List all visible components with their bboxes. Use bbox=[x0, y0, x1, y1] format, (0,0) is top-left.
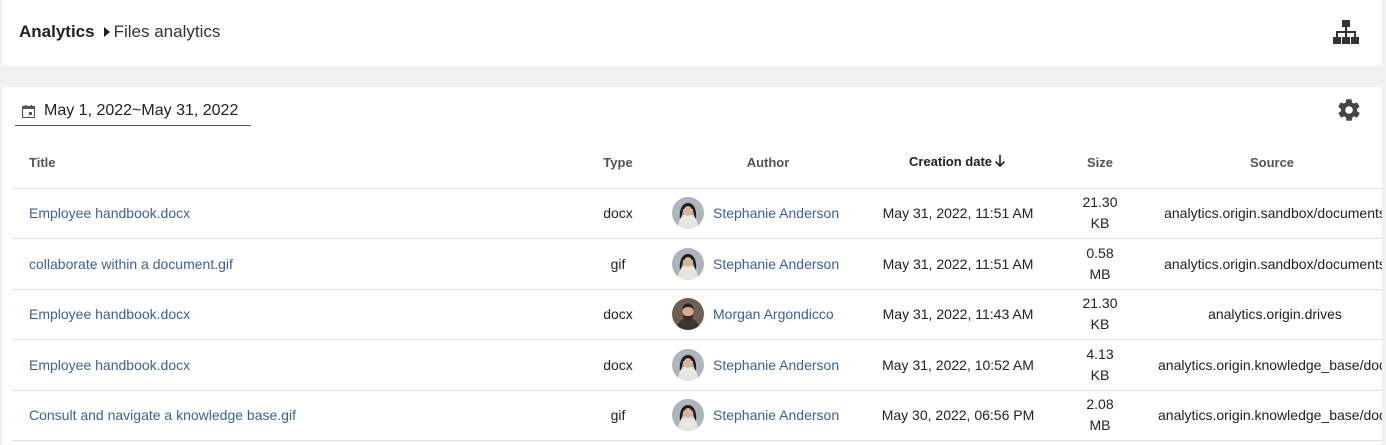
table-row: Consult and navigate a knowledge base.gi… bbox=[12, 390, 1382, 441]
size-unit: MB bbox=[1089, 265, 1111, 282]
author-link[interactable]: Stephanie Anderson bbox=[713, 205, 839, 221]
file-title-cell: Employee handbook.docx bbox=[12, 339, 568, 391]
file-type-cell: docx bbox=[568, 188, 668, 239]
file-title-cell: Employee handbook.docx bbox=[12, 188, 568, 239]
author-cell: Stephanie Anderson bbox=[668, 339, 868, 391]
date-range-picker[interactable]: May 1, 2022~May 31, 2022 bbox=[15, 99, 251, 126]
size-value: 21.30 bbox=[1082, 194, 1118, 211]
size-value: 4.13 bbox=[1086, 345, 1114, 362]
file-type-cell: docx bbox=[568, 339, 668, 391]
avatar bbox=[672, 399, 704, 432]
size-value: 0.58 bbox=[1086, 244, 1114, 261]
source-cell: analytics.origin.sandbox/documents bbox=[1152, 188, 1382, 239]
author-link[interactable]: Morgan Argondicco bbox=[713, 306, 834, 322]
size-value: 2.08 bbox=[1086, 396, 1114, 413]
gear-icon[interactable] bbox=[1336, 97, 1362, 123]
breadcrumb: Analytics Files analytics bbox=[19, 22, 220, 42]
avatar bbox=[672, 298, 704, 331]
size-unit: MB bbox=[1089, 417, 1111, 434]
size-cell: 4.13 KB bbox=[1048, 339, 1152, 391]
file-title-link[interactable]: Consult and navigate a knowledge base.gi… bbox=[29, 407, 296, 423]
avatar bbox=[672, 247, 704, 280]
size-cell: 21.30 KB bbox=[1048, 289, 1152, 340]
page-header: Analytics Files analytics bbox=[2, 0, 1382, 66]
author-link[interactable]: Stephanie Anderson bbox=[713, 357, 839, 373]
author-link[interactable]: Stephanie Anderson bbox=[713, 256, 839, 272]
creation-date-cell: May 30, 2022, 06:56 PM bbox=[868, 390, 1048, 441]
size-unit: KB bbox=[1090, 366, 1110, 383]
creation-date-cell: May 31, 2022, 11:43 AM bbox=[868, 289, 1048, 340]
table-row: Employee handbook.docx docx Stephanie An… bbox=[12, 339, 1382, 391]
files-table: Title Type Author Creation date Size Sou… bbox=[12, 137, 1382, 441]
file-title-link[interactable]: Employee handbook.docx bbox=[29, 357, 190, 373]
file-title-link[interactable]: Employee handbook.docx bbox=[29, 306, 190, 322]
source-cell: analytics.origin.sandbox/documents bbox=[1152, 238, 1382, 290]
author-cell: Stephanie Anderson bbox=[668, 390, 868, 441]
author-cell: Morgan Argondicco bbox=[668, 289, 868, 340]
table-row: collaborate within a document.gif gif St… bbox=[12, 238, 1382, 290]
source-cell: analytics.origin.knowledge_base/document… bbox=[1152, 339, 1382, 391]
file-title-link[interactable]: collaborate within a document.gif bbox=[29, 256, 233, 272]
source-cell: analytics.origin.knowledge_base/document… bbox=[1152, 390, 1382, 441]
breadcrumb-files-analytics: Files analytics bbox=[113, 22, 221, 41]
author-cell: Stephanie Anderson bbox=[668, 188, 868, 239]
file-type-cell: docx bbox=[568, 289, 668, 340]
author-link[interactable]: Stephanie Anderson bbox=[713, 407, 839, 423]
avatar bbox=[672, 197, 704, 230]
file-title-cell: Consult and navigate a knowledge base.gi… bbox=[12, 390, 568, 441]
avatar bbox=[672, 348, 704, 381]
creation-date-cell: May 31, 2022, 11:51 AM bbox=[868, 188, 1048, 239]
file-title-link[interactable]: Employee handbook.docx bbox=[29, 205, 190, 221]
size-cell: 21.30 KB bbox=[1048, 188, 1152, 239]
table-row: Employee handbook.docx docx Stephanie An… bbox=[12, 188, 1382, 239]
file-title-cell: Employee handbook.docx bbox=[12, 289, 568, 340]
column-header-creation-date[interactable]: Creation date bbox=[868, 137, 1048, 189]
column-header-creation-date-label: Creation date bbox=[908, 153, 993, 169]
size-unit: KB bbox=[1090, 215, 1110, 232]
column-header-author[interactable]: Author bbox=[668, 137, 868, 189]
size-cell: 0.58 MB bbox=[1048, 238, 1152, 290]
creation-date-cell: May 31, 2022, 10:52 AM bbox=[868, 339, 1048, 391]
sort-descending-icon bbox=[993, 154, 1007, 171]
file-title-cell: collaborate within a document.gif bbox=[12, 238, 568, 290]
table-header-row: Title Type Author Creation date Size Sou… bbox=[12, 137, 1382, 189]
column-header-title[interactable]: Title bbox=[12, 137, 568, 189]
sitemap-icon[interactable] bbox=[1333, 19, 1359, 47]
column-header-source[interactable]: Source bbox=[1152, 137, 1382, 189]
source-cell: analytics.origin.drives bbox=[1152, 289, 1382, 340]
creation-date-cell: May 31, 2022, 11:51 AM bbox=[868, 238, 1048, 290]
files-analytics-panel: May 1, 2022~May 31, 2022 Title Type Auth… bbox=[2, 87, 1382, 445]
size-cell: 2.08 MB bbox=[1048, 390, 1152, 441]
file-type-cell: gif bbox=[568, 390, 668, 441]
breadcrumb-separator-icon bbox=[103, 27, 110, 37]
date-range-value: May 1, 2022~May 31, 2022 bbox=[44, 102, 239, 119]
author-cell: Stephanie Anderson bbox=[668, 238, 868, 290]
size-value: 21.30 bbox=[1082, 295, 1118, 312]
breadcrumb-analytics[interactable]: Analytics bbox=[19, 22, 95, 42]
file-type-cell: gif bbox=[568, 238, 668, 290]
calendar-icon bbox=[21, 105, 36, 119]
table-row: Employee handbook.docx docx Morgan Argon… bbox=[12, 289, 1382, 340]
column-header-type[interactable]: Type bbox=[568, 137, 668, 189]
column-header-size[interactable]: Size bbox=[1048, 137, 1152, 189]
size-unit: KB bbox=[1090, 316, 1110, 333]
